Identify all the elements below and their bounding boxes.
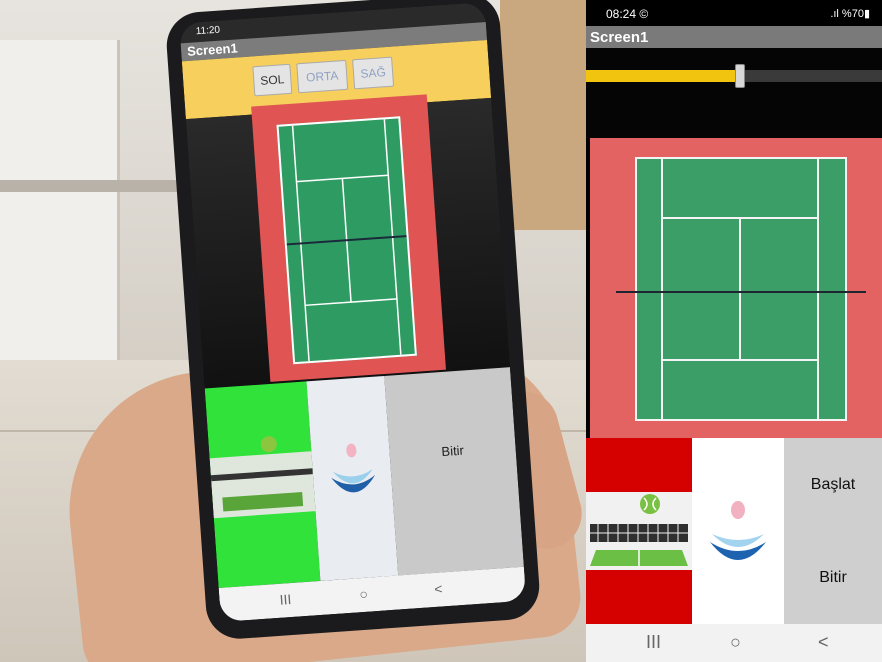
- photo-shelf-board: [0, 180, 180, 192]
- photo-nav-back-icon[interactable]: <: [434, 580, 443, 597]
- nav-recents-icon[interactable]: III: [646, 632, 661, 653]
- photo-phone-screen: 11:20 Screen1 SOL ORTA SAĞ Bitir III ○ <: [179, 2, 527, 622]
- app-screen: 08:24 © .ıl %70▮ Screen1 Başlat Bitir II…: [586, 0, 882, 662]
- title-bar: Screen1: [586, 26, 882, 48]
- photo-orta-button[interactable]: ORTA: [296, 59, 349, 94]
- photo-nav-recents-icon[interactable]: III: [279, 591, 292, 608]
- status-time: 08:24 ©: [606, 7, 649, 21]
- end-button[interactable]: Bitir: [784, 531, 882, 624]
- bottom-tiles: Başlat Bitir: [586, 438, 882, 624]
- person-swoosh-logo-icon: [710, 501, 766, 560]
- nav-home-icon[interactable]: ○: [730, 632, 741, 653]
- tennis-court-image: [590, 138, 882, 438]
- photo-shelf: [0, 40, 120, 370]
- photo-sag-button[interactable]: SAĞ: [352, 56, 395, 90]
- photo-phone-body: 11:20 Screen1 SOL ORTA SAĞ Bitir III ○ <: [164, 0, 542, 641]
- photo-tile-logo[interactable]: [306, 375, 399, 581]
- nav-bar: III ○ <: [586, 624, 882, 662]
- photo-tennis-net-icon: [209, 436, 316, 519]
- photo-nav-home-icon[interactable]: ○: [359, 586, 369, 603]
- photo-sol-button[interactable]: SOL: [252, 63, 293, 97]
- screenshot-root: 11:20 Screen1 SOL ORTA SAĞ Bitir III ○ <…: [0, 0, 882, 662]
- photo-tile-gray: [384, 367, 524, 576]
- photo-tiles: Bitir: [204, 367, 524, 589]
- photo-court-surface: [266, 116, 427, 365]
- slider-thumb[interactable]: [735, 64, 745, 88]
- photo-court-lines: [266, 119, 427, 362]
- tennis-court-drawing: [616, 157, 866, 421]
- slider-fill: [586, 70, 740, 82]
- status-battery: .ıl %70▮: [830, 8, 870, 20]
- tile-logo-image[interactable]: [692, 438, 784, 624]
- nav-back-icon[interactable]: <: [818, 632, 829, 653]
- slider-area: [586, 48, 882, 138]
- photo-tile-tennis[interactable]: [204, 381, 321, 589]
- photo-person-swoosh-logo-icon: [331, 443, 376, 493]
- start-button[interactable]: Başlat: [784, 438, 882, 531]
- tennis-net-ball-icon: [586, 492, 692, 570]
- tile-tennis-image[interactable]: [586, 438, 692, 624]
- photo-tennis-court: [251, 94, 446, 382]
- screen-title: Screen1: [590, 29, 649, 46]
- photo-cabinet: [500, 0, 586, 230]
- status-bar: 08:24 © .ıl %70▮: [586, 0, 882, 26]
- phone-photo: 11:20 Screen1 SOL ORTA SAĞ Bitir III ○ <: [0, 0, 586, 662]
